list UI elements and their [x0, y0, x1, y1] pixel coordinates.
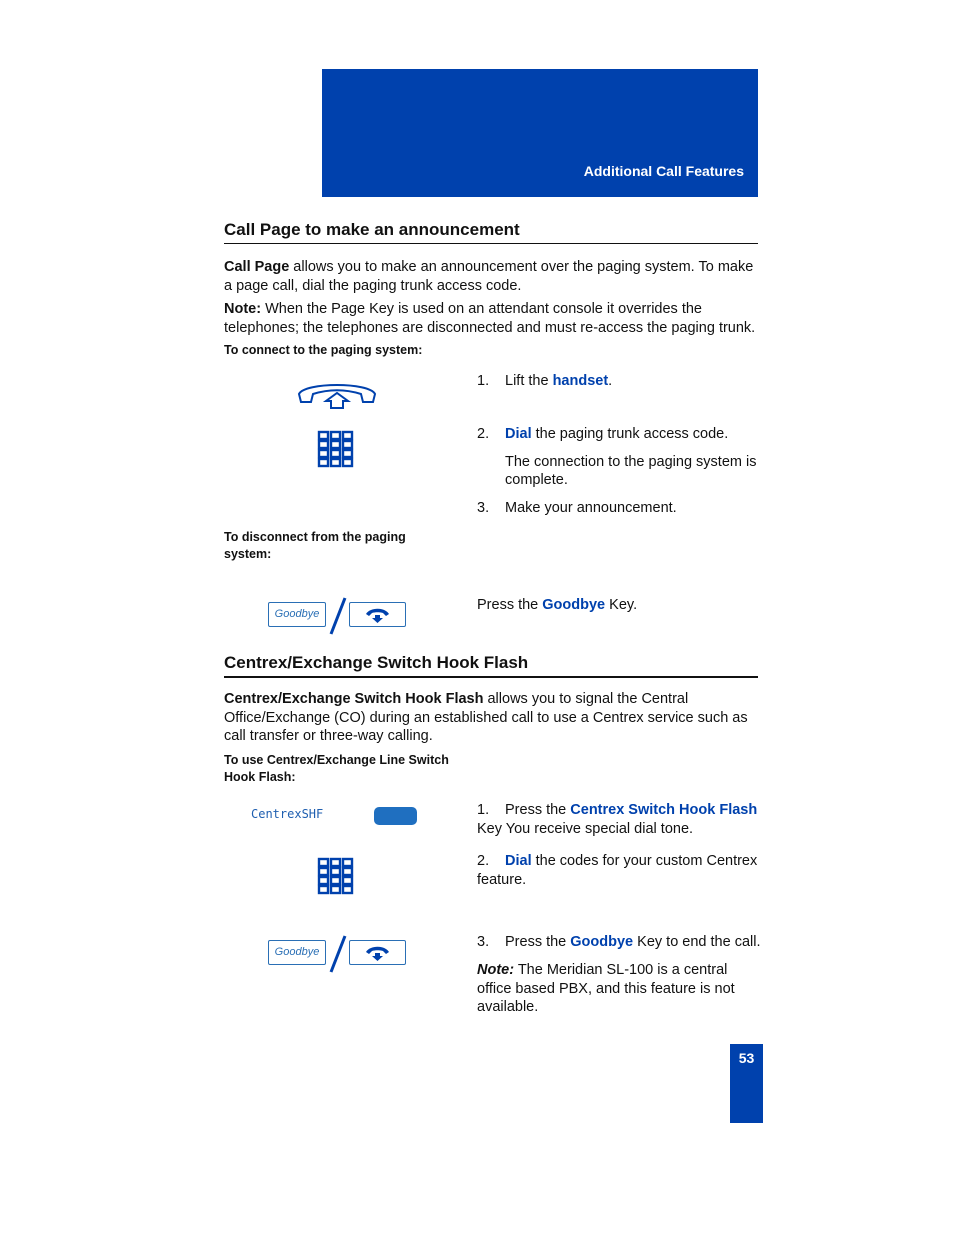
slash-divider-icon	[329, 935, 347, 973]
centrex-step-1: 1. Press the Centrex Switch Hook Flash Ke…	[477, 802, 758, 837]
dial-keyword: Dial	[505, 426, 532, 442]
disconnect-step: Press the Goodbye Key.	[477, 597, 638, 613]
goodbye-key[interactable]: Goodbye	[268, 602, 326, 627]
disconnect-heading: To disconnect from the paging system:	[224, 530, 406, 561]
note-label: Note:	[224, 301, 262, 317]
centrex-step-2: 2. Dial the codes for your custom Centrex…	[477, 853, 758, 888]
centrex-shf-keyword: Centrex Switch Hook Flash	[570, 802, 758, 818]
centrex-shf-softkey-label: CentrexSHF	[251, 807, 324, 821]
centrex-note: Note: The Meridian SL-100 is a central o…	[477, 961, 762, 1017]
intro-bold: Call Page	[224, 259, 290, 275]
handset-lift-icon	[297, 384, 377, 409]
release-key[interactable]	[349, 940, 406, 965]
chapter-title: Additional Call Features	[583, 163, 744, 179]
dial-keyword: Dial	[505, 853, 532, 869]
dialpad-icon	[317, 857, 354, 895]
centrex-step-3: 3. Press the Goodbye Key to end the call.	[477, 934, 761, 950]
connect-step-1: 1. Lift the handset.	[477, 373, 613, 389]
handset-link: handset	[552, 373, 609, 389]
note-label: Note:	[477, 962, 515, 978]
goodbye-keyword: Goodbye	[570, 934, 634, 950]
note-text: The Meridian SL-100 is a central office …	[477, 962, 735, 1015]
connect-step-2-result: The connection to the paging system is c…	[505, 453, 757, 489]
connect-heading: To connect to the paging system:	[224, 343, 423, 357]
call-page-note: Note: When the Page Key is used on an at…	[224, 300, 764, 337]
page-number-tab: 53	[730, 1044, 763, 1123]
goodbye-key[interactable]: Goodbye	[268, 940, 326, 965]
release-key[interactable]	[349, 602, 406, 627]
centrex-shf-softkey-button[interactable]	[374, 807, 417, 825]
handset-down-icon	[366, 608, 389, 623]
call-page-intro: Call Page allows you to make an announce…	[224, 258, 764, 295]
section-title-centrex: Centrex/Exchange Switch Hook Flash	[224, 653, 758, 678]
centrex-intro: Centrex/Exchange Switch Hook Flash allow…	[224, 690, 764, 746]
centrex-use-heading: To use Centrex/Exchange Line Switch Hook…	[224, 753, 449, 784]
chapter-header-band: Additional Call Features	[322, 69, 758, 197]
page-number: 53	[738, 1050, 755, 1066]
section-title-call-page: Call Page to make an announcement	[224, 220, 758, 244]
dialpad-icon	[317, 430, 354, 468]
slash-divider-icon	[329, 597, 347, 635]
connect-step-3: 3. Make your announcement.	[477, 500, 677, 516]
connect-step-2: 2. Dial the paging trunk access code. The…	[477, 425, 762, 490]
intro-bold: Centrex/Exchange Switch Hook Flash	[224, 691, 484, 707]
handset-down-icon	[366, 946, 389, 961]
note-text: When the Page Key is used on an attendan…	[224, 301, 756, 336]
intro-text: allows you to make an announcement over …	[224, 259, 754, 294]
goodbye-keyword: Goodbye	[542, 597, 606, 613]
